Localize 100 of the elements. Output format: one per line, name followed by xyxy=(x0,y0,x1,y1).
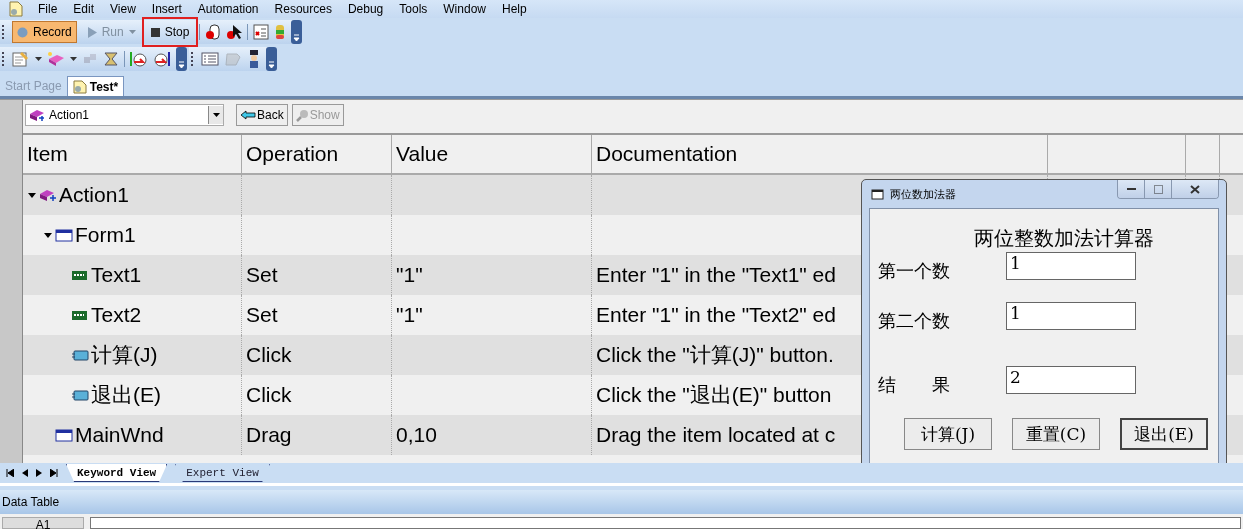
document-icon xyxy=(72,79,87,94)
expand-toggle[interactable] xyxy=(43,232,55,238)
formula-field[interactable] xyxy=(90,517,1241,529)
caret-icon[interactable] xyxy=(70,57,77,61)
caret-icon xyxy=(212,113,220,117)
mouse-icon xyxy=(205,24,222,40)
stop-icon xyxy=(150,27,160,37)
operation-text: Drag xyxy=(246,423,292,447)
documentation-text: Enter "1" in the "Text2" ed xyxy=(596,303,836,327)
item-name: Text2 xyxy=(91,303,142,327)
menu-item[interactable]: Debug xyxy=(339,2,392,16)
person-icon xyxy=(247,50,261,68)
item-name: 退出(E) xyxy=(91,382,161,408)
value-text: "1" xyxy=(396,263,423,287)
column-header[interactable]: Operation xyxy=(242,135,392,173)
operation-text: Set xyxy=(246,303,278,327)
menu-item[interactable]: View xyxy=(102,2,144,16)
circle-icon xyxy=(17,26,28,38)
number-field[interactable]: 2 xyxy=(1006,366,1136,394)
item-name: Text1 xyxy=(91,263,142,287)
last-page-icon[interactable] xyxy=(50,469,58,477)
close-button[interactable] xyxy=(1172,180,1218,198)
number-field[interactable]: 1 xyxy=(1006,302,1136,330)
dialog-button[interactable]: 退出(E) xyxy=(1120,418,1208,450)
menu-item[interactable]: Tools xyxy=(391,2,436,16)
panel-title: Data Table xyxy=(2,495,60,509)
play-icon xyxy=(86,26,97,38)
column-header[interactable]: Item xyxy=(23,135,242,173)
overflow-button[interactable] xyxy=(291,20,303,44)
menu-item[interactable]: Help xyxy=(494,2,535,16)
button-icon xyxy=(71,388,89,402)
documentation-text: Enter "1" in the "Text1" ed xyxy=(596,263,836,287)
first-page-icon[interactable] xyxy=(6,469,14,477)
minimize-button[interactable] xyxy=(1118,180,1145,198)
menu-item[interactable]: Window xyxy=(435,2,494,16)
operation-text: Click xyxy=(246,343,292,367)
dialog-button[interactable]: 计算(J) xyxy=(904,418,992,450)
field-label: 第二个数 xyxy=(878,309,951,333)
action-dropdown[interactable]: Action1 xyxy=(25,104,224,126)
window-icon xyxy=(871,188,884,200)
dialog-button[interactable]: 重置(C) xyxy=(1012,418,1100,450)
overflow-button[interactable] xyxy=(176,47,187,71)
document-tab[interactable]: Test* xyxy=(66,76,125,96)
pointer-icon xyxy=(226,24,243,40)
action-icon xyxy=(39,188,57,202)
item-name: Action1 xyxy=(59,183,130,207)
previous-icon[interactable] xyxy=(22,469,28,477)
hourglass-icon xyxy=(103,51,119,67)
field-label: 结 果 xyxy=(878,373,951,397)
collapse-icon xyxy=(44,232,52,238)
list-icon xyxy=(201,51,219,67)
operation-text: Click xyxy=(246,383,292,407)
documentation-text: Drag the item located at c xyxy=(596,423,836,447)
value-text: "1" xyxy=(396,303,423,327)
menu-item[interactable]: Automation xyxy=(189,2,267,16)
magnifier-icon xyxy=(295,108,309,122)
collapse-icon xyxy=(28,192,36,198)
number-field[interactable]: 1 xyxy=(1006,252,1136,280)
menu-item[interactable]: Edit xyxy=(65,2,103,16)
nav-button[interactable]: Back xyxy=(236,104,288,126)
operation-text: Set xyxy=(246,263,278,287)
battery-icon xyxy=(274,24,287,40)
properties-icon xyxy=(12,51,30,67)
value-text: 0,10 xyxy=(396,423,437,447)
menu-item[interactable]: File xyxy=(30,2,66,16)
button-icon xyxy=(71,348,89,362)
app-icon xyxy=(8,1,24,17)
overflow-button[interactable] xyxy=(266,47,277,71)
edit-field-icon xyxy=(71,308,89,322)
menu-item[interactable]: Resources xyxy=(266,2,340,16)
brick-icon xyxy=(47,51,65,67)
action-icon xyxy=(29,108,45,122)
dialog-title: 两位数加法器 xyxy=(890,186,957,202)
menu-item[interactable]: Insert xyxy=(143,2,190,16)
column-header[interactable]: Documentation xyxy=(592,135,1048,173)
checklist-icon xyxy=(253,24,270,40)
item-name: Form1 xyxy=(75,223,136,247)
toolbar-button[interactable]: Stop xyxy=(145,21,195,43)
timer-icon xyxy=(153,50,171,68)
column-header[interactable]: Value xyxy=(392,135,592,173)
close-icon xyxy=(1190,184,1200,194)
documentation-text: Click the "计算(J)" button. xyxy=(596,342,834,368)
item-name: 计算(J) xyxy=(91,342,158,368)
item-name: MainWnd xyxy=(75,423,164,447)
minimize-icon xyxy=(1126,187,1136,191)
maximize-icon xyxy=(1153,184,1163,194)
caret-icon[interactable] xyxy=(35,57,42,61)
documentation-text: Click the "退出(E)" button xyxy=(596,382,832,408)
field-label: 第一个数 xyxy=(878,259,951,283)
next-icon[interactable] xyxy=(36,469,42,477)
toolbar-button[interactable]: Record xyxy=(12,21,77,43)
dialog-heading: 两位整数加法计算器 xyxy=(973,225,1155,252)
expand-toggle[interactable] xyxy=(27,192,39,198)
cell-reference: A1 xyxy=(2,517,84,529)
view-tab[interactable]: Keyword View xyxy=(66,464,168,482)
window-icon xyxy=(55,228,73,242)
edit-field-icon xyxy=(71,268,89,282)
window-icon xyxy=(55,428,73,442)
left-arrow-icon xyxy=(240,110,256,120)
timer-icon xyxy=(130,50,148,68)
